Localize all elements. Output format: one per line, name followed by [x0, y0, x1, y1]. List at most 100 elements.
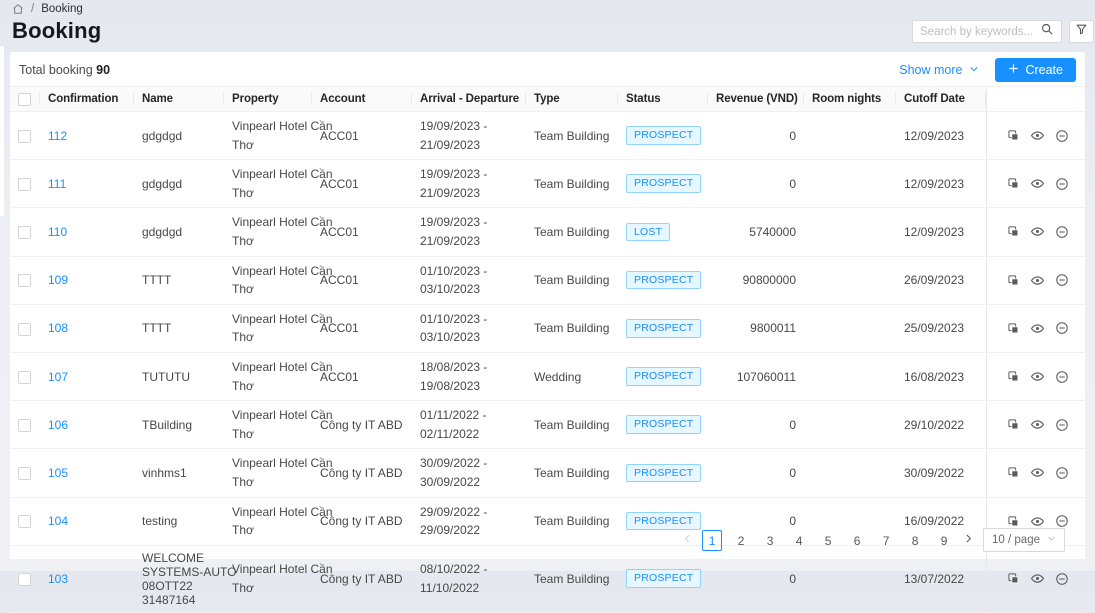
row-checkbox[interactable]: [18, 130, 31, 143]
pagination-page-button[interactable]: 9: [934, 530, 954, 551]
minus-circle-icon[interactable]: [1055, 572, 1069, 586]
page-size-select[interactable]: 10 / page: [983, 528, 1065, 552]
minus-circle-icon[interactable]: [1055, 177, 1069, 191]
pagination-page-button[interactable]: 5: [818, 530, 838, 551]
col-header-property[interactable]: Property: [224, 87, 312, 112]
col-header-status[interactable]: Status: [618, 87, 708, 112]
total-booking: Total booking 90: [19, 63, 110, 77]
confirmation-link[interactable]: 104: [48, 514, 68, 528]
show-more-toggle[interactable]: Show more: [899, 63, 979, 77]
col-header-name[interactable]: Name: [134, 87, 224, 112]
cell-select: [10, 449, 40, 497]
confirmation-link[interactable]: 112: [48, 129, 67, 143]
eye-icon[interactable]: [1030, 514, 1045, 529]
row-checkbox[interactable]: [18, 371, 31, 384]
copy-icon[interactable]: [1007, 515, 1020, 528]
cell-property: Vinpearl Hotel Cần Thơ: [224, 497, 312, 545]
cell-select: [10, 160, 40, 208]
confirmation-link[interactable]: 108: [48, 321, 68, 335]
pagination-page-button[interactable]: 2: [731, 530, 751, 551]
row-checkbox[interactable]: [18, 226, 31, 239]
eye-icon[interactable]: [1030, 224, 1045, 239]
pagination-prev-button[interactable]: [682, 533, 693, 547]
list-toolbar: Total booking 90 Show more Create: [10, 52, 1085, 84]
breadcrumb-current[interactable]: Booking: [41, 3, 83, 15]
eye-icon[interactable]: [1030, 273, 1045, 288]
copy-icon[interactable]: [1007, 418, 1020, 431]
create-button[interactable]: Create: [995, 58, 1076, 82]
cell-room-nights: [804, 352, 896, 400]
cell-arrival-departure: 19/09/2023 - 21/09/2023: [412, 208, 526, 256]
status-badge: PROSPECT: [626, 126, 701, 145]
home-icon[interactable]: [12, 3, 24, 15]
filter-button[interactable]: [1069, 20, 1094, 43]
eye-icon[interactable]: [1030, 417, 1045, 432]
confirmation-link[interactable]: 110: [48, 225, 67, 239]
minus-circle-icon[interactable]: [1055, 225, 1069, 239]
confirmation-link[interactable]: 109: [48, 273, 68, 287]
minus-circle-icon[interactable]: [1055, 321, 1069, 335]
col-header-cutoff-date[interactable]: Cutoff Date: [896, 87, 986, 112]
pagination-next-button[interactable]: [963, 533, 974, 547]
col-header-room-nights[interactable]: Room nights: [804, 87, 896, 112]
row-checkbox[interactable]: [18, 573, 31, 586]
col-header-type[interactable]: Type: [526, 87, 618, 112]
pagination-page-button[interactable]: 6: [847, 530, 867, 551]
eye-icon[interactable]: [1030, 128, 1045, 143]
pagination-page-button[interactable]: 7: [876, 530, 896, 551]
minus-circle-icon[interactable]: [1055, 129, 1069, 143]
cell-cutoff-date: 25/09/2023: [896, 304, 986, 352]
search-box[interactable]: [912, 20, 1062, 43]
copy-icon[interactable]: [1007, 177, 1020, 190]
cell-actions: [986, 208, 1085, 256]
search-icon[interactable]: [1040, 22, 1054, 41]
eye-icon[interactable]: [1030, 369, 1045, 384]
cell-actions: [986, 545, 1085, 612]
copy-icon[interactable]: [1007, 572, 1020, 585]
confirmation-link[interactable]: 103: [48, 572, 68, 586]
copy-icon[interactable]: [1007, 370, 1020, 383]
status-badge: PROSPECT: [626, 367, 701, 386]
col-header-confirmation[interactable]: Confirmation: [40, 87, 134, 112]
pagination-page-button[interactable]: 3: [760, 530, 780, 551]
select-all-checkbox[interactable]: [18, 93, 31, 106]
cell-type: Team Building: [526, 545, 618, 612]
copy-icon[interactable]: [1007, 274, 1020, 287]
row-checkbox[interactable]: [18, 274, 31, 287]
minus-circle-icon[interactable]: [1055, 466, 1069, 480]
copy-icon[interactable]: [1007, 129, 1020, 142]
row-checkbox[interactable]: [18, 323, 31, 336]
eye-icon[interactable]: [1030, 465, 1045, 480]
row-checkbox[interactable]: [18, 419, 31, 432]
pagination-page-button[interactable]: 8: [905, 530, 925, 551]
confirmation-link[interactable]: 107: [48, 370, 68, 384]
cell-name: gdgdgd: [134, 208, 224, 256]
eye-icon[interactable]: [1030, 176, 1045, 191]
minus-circle-icon[interactable]: [1055, 514, 1069, 528]
cell-arrival-departure: 08/10/2022 - 11/10/2022: [412, 545, 526, 612]
cell-confirmation: 108: [40, 304, 134, 352]
cell-confirmation: 112: [40, 112, 134, 160]
eye-icon[interactable]: [1030, 321, 1045, 336]
copy-icon[interactable]: [1007, 225, 1020, 238]
confirmation-link[interactable]: 106: [48, 418, 68, 432]
confirmation-link[interactable]: 111: [48, 177, 66, 191]
pagination-page-button[interactable]: 4: [789, 530, 809, 551]
pagination-page-button[interactable]: 1: [702, 530, 722, 551]
row-checkbox[interactable]: [18, 515, 31, 528]
minus-circle-icon[interactable]: [1055, 273, 1069, 287]
eye-icon[interactable]: [1030, 571, 1045, 586]
row-checkbox[interactable]: [18, 178, 31, 191]
col-header-arrival-departure[interactable]: Arrival - Departure: [412, 87, 526, 112]
minus-circle-icon[interactable]: [1055, 418, 1069, 432]
table-row: 105 vinhms1 Vinpearl Hotel Cần Thơ Công …: [10, 449, 1085, 497]
collapsed-sidebar-edge: [0, 46, 4, 216]
confirmation-link[interactable]: 105: [48, 466, 68, 480]
minus-circle-icon[interactable]: [1055, 370, 1069, 384]
row-checkbox[interactable]: [18, 467, 31, 480]
search-input[interactable]: [920, 26, 1040, 38]
copy-icon[interactable]: [1007, 466, 1020, 479]
col-header-revenue[interactable]: Revenue (VND): [708, 87, 804, 112]
copy-icon[interactable]: [1007, 322, 1020, 335]
col-header-account[interactable]: Account: [312, 87, 412, 112]
